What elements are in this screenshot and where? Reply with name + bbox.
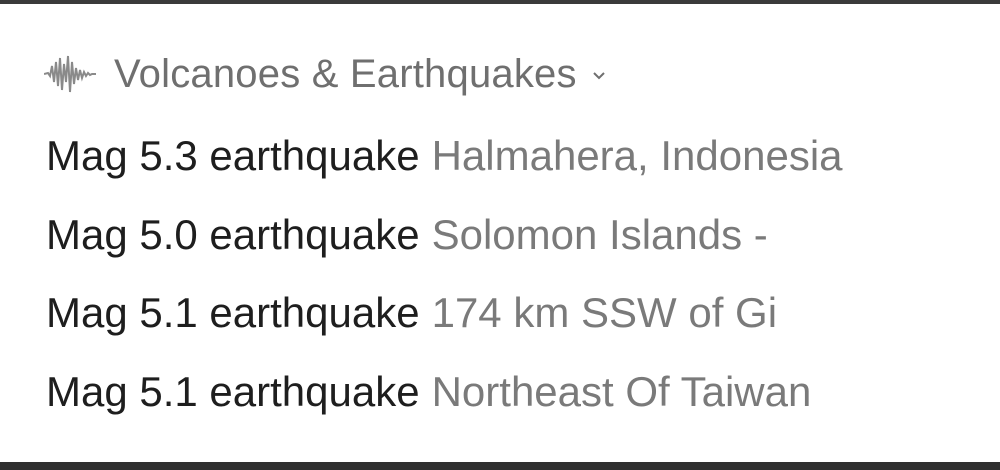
quake-location: Solomon Islands - — [431, 210, 768, 258]
quake-magnitude: Mag 5.1 earthquake — [46, 289, 420, 337]
feed-header[interactable]: Volcanoes & Earthquakes — [44, 48, 607, 100]
quake-magnitude: Mag 5.1 earthquake — [46, 367, 420, 415]
quake-location: 174 km SSW of Gi — [431, 289, 778, 337]
bottom-divider — [0, 462, 1000, 470]
feed-title: Volcanoes & Earthquakes — [114, 51, 577, 96]
chevron-down-icon[interactable] — [591, 68, 607, 84]
quake-magnitude: Mag 5.3 earthquake — [46, 132, 420, 180]
quake-magnitude: Mag 5.0 earthquake — [46, 210, 420, 258]
earthquake-item[interactable]: Mag 5.1 earthquake Northeast Of Taiwan — [46, 353, 966, 432]
quake-location: Northeast Of Taiwan — [431, 367, 812, 415]
earthquake-list: Mag 5.3 earthquake Halmahera, Indonesia … — [46, 117, 966, 431]
earthquake-item[interactable]: Mag 5.3 earthquake Halmahera, Indonesia — [46, 117, 966, 196]
earthquake-item[interactable]: Mag 5.0 earthquake Solomon Islands - — [46, 196, 966, 275]
seismograph-icon — [44, 55, 96, 93]
earthquake-item[interactable]: Mag 5.1 earthquake 174 km SSW of Gi — [46, 274, 966, 353]
quake-location: Halmahera, Indonesia — [431, 132, 843, 180]
earthquake-feed-card: Volcanoes & Earthquakes Mag 5.3 earthqua… — [0, 4, 1000, 462]
